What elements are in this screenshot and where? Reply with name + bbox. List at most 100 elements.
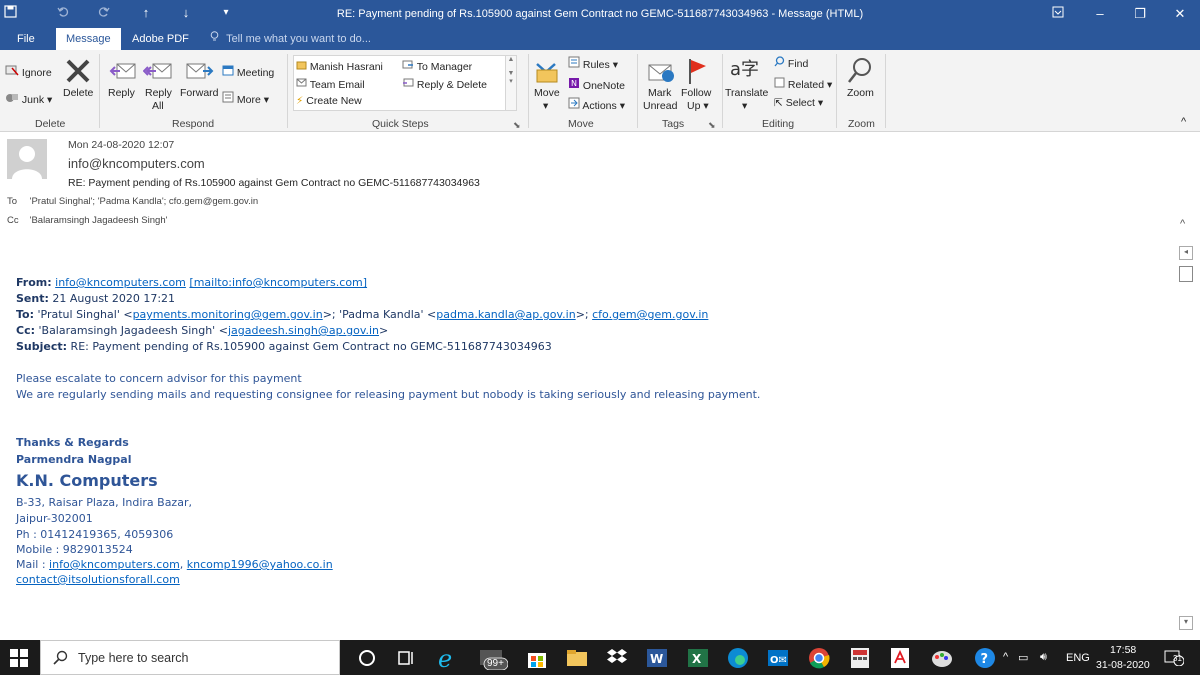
notification-center-icon[interactable]: 31 (1164, 650, 1185, 669)
to-recipients[interactable]: 'Pratul Singhal'; 'Padma Kandla'; cfo.ge… (30, 196, 258, 207)
tell-me-box[interactable]: Tell me what you want to do... (200, 28, 381, 50)
close-button[interactable]: ✕ (1165, 4, 1195, 24)
ignore-button[interactable]: Ignore (5, 64, 52, 79)
arrow-down-icon[interactable]: ↓ (178, 5, 194, 20)
quoted-from-line: From: info@kncomputers.com [mailto:info@… (16, 276, 368, 289)
lightbulb-icon (210, 31, 222, 45)
title-bar: ↑ ↓ ▾ RE: Payment pending of Rs.105900 a… (0, 0, 1200, 28)
quick-step-team-email[interactable]: Team Email (296, 77, 365, 91)
clock-date[interactable]: 31-08-2020 (1096, 659, 1150, 671)
find-icon (774, 56, 785, 70)
help-icon[interactable]: ? (973, 646, 997, 670)
tray-chevron-icon[interactable]: ^ (1003, 651, 1008, 663)
customize-icon[interactable]: ▾ (218, 7, 234, 18)
quick-step-reply-delete[interactable]: Reply & Delete (402, 77, 487, 91)
acrobat-icon[interactable] (888, 646, 912, 670)
task-view-icon[interactable] (395, 646, 419, 670)
windows-taskbar: Type here to search e 99+ W X O✉ ? ^ ▭ 🔊… (0, 640, 1200, 675)
battery-icon[interactable]: ▭ (1018, 651, 1028, 664)
from-mailto-link[interactable]: [mailto:info@kncomputers.com] (189, 276, 367, 289)
group-label-zoom: Zoom (848, 118, 875, 130)
sender-address[interactable]: info@kncomputers.com (68, 156, 205, 171)
cortana-icon[interactable] (355, 646, 379, 670)
dropbox-icon[interactable] (605, 646, 629, 670)
language-indicator[interactable]: ENG (1066, 652, 1090, 664)
vertical-scrollbar[interactable]: ◂ ▾ (1179, 216, 1195, 636)
scroll-down-arrow[interactable]: ▾ (1179, 616, 1193, 630)
minimize-button[interactable]: – (1085, 4, 1115, 24)
select-button[interactable]: ⇱ Select ▾ (774, 97, 823, 109)
outlook-icon[interactable]: O✉ (766, 646, 790, 670)
clock-time[interactable]: 17:58 (1110, 644, 1136, 656)
rules-button[interactable]: Rules ▾ (568, 56, 618, 71)
to-email-link-1[interactable]: payments.monitoring@gem.gov.in (133, 308, 323, 321)
internet-explorer-icon[interactable]: e (437, 645, 461, 673)
taskbar-search-box[interactable]: Type here to search (40, 640, 340, 675)
chrome-icon[interactable] (807, 646, 831, 670)
quick-step-create-new[interactable]: ⚡ Create New (296, 95, 362, 107)
to-email-link-2[interactable]: padma.kandla@ap.gov.in (436, 308, 575, 321)
calculator-icon[interactable] (848, 646, 872, 670)
more-respond-button[interactable]: More ▾ (222, 91, 269, 106)
ignore-icon (5, 65, 19, 79)
paint-icon[interactable] (930, 646, 954, 670)
signature-mobile: Mobile : 9829013524 (16, 543, 133, 556)
volume-icon[interactable]: 🔊︎ (1040, 651, 1047, 664)
tab-file[interactable]: File (7, 28, 45, 50)
group-label-editing: Editing (762, 118, 795, 130)
cc-email-link[interactable]: jagadeesh.singh@ap.gov.in (228, 324, 379, 337)
word-icon[interactable]: W (645, 646, 669, 670)
quick-steps-scrollbar[interactable]: ▲ ▼ ▾ (505, 56, 516, 110)
lightning-icon: ⚡ (296, 95, 304, 107)
outlook-message-window: ↑ ↓ ▾ RE: Payment pending of Rs.105900 a… (0, 0, 1200, 675)
quick-steps-gallery: Manish Hasrani Team Email ⚡ Create New T… (293, 55, 517, 111)
signature-mail-link-1[interactable]: info@kncomputers.com (49, 558, 180, 571)
quick-step-manish-hasrani[interactable]: Manish Hasrani (296, 59, 383, 73)
store-icon[interactable] (525, 646, 549, 670)
to-email-link-3[interactable]: cfo.gem@gem.gov.in (592, 308, 708, 321)
from-email-link[interactable]: info@kncomputers.com (55, 276, 186, 289)
window-title: RE: Payment pending of Rs.105900 against… (336, 8, 864, 20)
excel-icon[interactable]: X (686, 646, 710, 670)
onenote-button[interactable]: N OneNote (568, 77, 625, 92)
dialog-launcher-icon[interactable]: ⬊ (708, 120, 716, 131)
onenote-icon: N (568, 78, 580, 92)
avatar (7, 139, 47, 179)
separator (637, 54, 638, 128)
more-icon (222, 91, 234, 106)
undo-icon[interactable] (55, 5, 71, 21)
signature-mail-link-2[interactable]: kncomp1996@yahoo.co.in (187, 558, 333, 571)
quick-step-to-manager[interactable]: To Manager (402, 59, 472, 73)
scroll-thumb[interactable] (1179, 266, 1193, 282)
find-button[interactable]: Find (774, 56, 808, 70)
mail-app-icon[interactable]: 99+ (478, 646, 509, 671)
ribbon-display-options-icon[interactable] (1043, 4, 1073, 24)
meeting-button[interactable]: Meeting (222, 64, 274, 79)
move-to-folder-icon (533, 56, 563, 86)
edge-icon[interactable] (726, 646, 750, 670)
group-label-respond: Respond (172, 118, 215, 130)
dialog-launcher-icon[interactable]: ⬊ (513, 120, 521, 131)
tab-message[interactable]: Message (56, 28, 121, 50)
related-button[interactable]: Related ▾ (774, 77, 832, 91)
notification-count: 31 (1173, 654, 1182, 663)
restore-button[interactable]: ❐ (1125, 4, 1155, 24)
collapse-ribbon-icon[interactable]: ^ (1181, 116, 1186, 128)
windows-start-icon[interactable] (10, 649, 34, 673)
file-explorer-icon[interactable] (565, 646, 589, 670)
signature-phone: Ph : 01412419365, 4059306 (16, 528, 174, 541)
move-dropdown-arrow: ▾ (543, 100, 549, 112)
arrow-up-icon[interactable]: ↑ (138, 5, 154, 20)
save-icon[interactable] (2, 5, 18, 21)
cc-recipients[interactable]: 'Balaramsingh Jagadeesh Singh' (30, 215, 168, 226)
signature-mail-link-3[interactable]: contact@itsolutionsforall.com (16, 573, 180, 586)
magnifier-icon (846, 56, 876, 86)
to-line: To 'Pratul Singhal'; 'Padma Kandla'; cfo… (7, 196, 258, 207)
tab-adobe-pdf[interactable]: Adobe PDF (122, 28, 199, 50)
separator (836, 54, 837, 128)
redo-icon[interactable] (95, 5, 111, 21)
junk-button[interactable]: Junk ▾ (5, 91, 52, 106)
scroll-left-arrow[interactable]: ◂ (1179, 246, 1193, 260)
actions-button[interactable]: Actions ▾ (568, 97, 625, 112)
signature-mail-line-2: contact@itsolutionsforall.com (16, 573, 180, 586)
